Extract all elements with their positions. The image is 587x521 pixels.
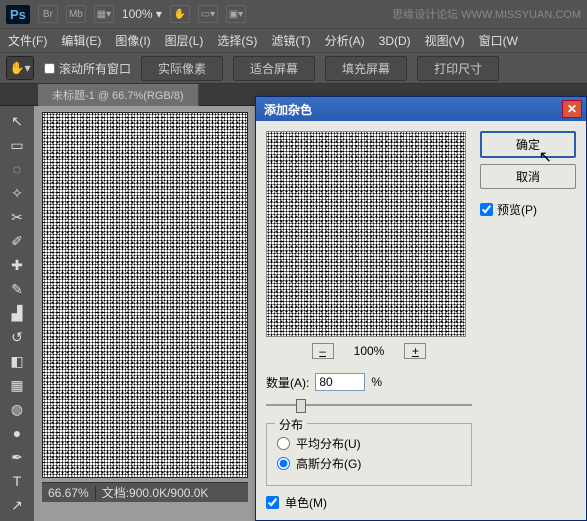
document-tab[interactable]: 未标题-1 @ 66.7%(RGB/8) <box>38 84 199 106</box>
slider-thumb[interactable] <box>296 399 306 413</box>
app-topbar: Ps Br Mb ▦▾ 100% ▾ ✋ ▭▾ ▣▾ 思缘设计论坛 WWW.MI… <box>0 0 587 28</box>
status-bar: 66.67% 文档:900.0K/900.0K <box>42 482 248 502</box>
hand-tool-icon[interactable]: ✋▾ <box>6 56 34 80</box>
tool-crop[interactable]: ✂ <box>4 206 30 228</box>
bridge-icon[interactable]: Br <box>38 5 58 23</box>
menu-layer[interactable]: 图层(L) <box>165 32 204 49</box>
preview-checkbox[interactable]: 预览(P) <box>480 201 576 218</box>
tool-pen[interactable]: ✒ <box>4 446 30 468</box>
tool-lasso[interactable]: ◌ <box>4 158 30 180</box>
zoom-in-button[interactable]: + <box>404 343 426 359</box>
hand-top-icon[interactable]: ✋ <box>170 5 190 23</box>
fit-screen-button[interactable]: 适合屏幕 <box>233 56 315 81</box>
cancel-button[interactable]: 取消 <box>480 164 576 189</box>
tool-move[interactable]: ↖ <box>4 110 30 132</box>
tool-type[interactable]: T <box>4 470 30 492</box>
canvas-content <box>43 113 247 477</box>
amount-slider[interactable] <box>266 397 472 413</box>
actual-pixels-button[interactable]: 实际像素 <box>141 56 223 81</box>
menu-window[interactable]: 窗口(W <box>479 32 518 49</box>
options-bar: ✋▾ 滚动所有窗口 实际像素 适合屏幕 填充屏幕 打印尺寸 <box>0 52 587 84</box>
toolbox: ↖ ▭ ◌ ✧ ✂ ✐ ✚ ✎ ▟ ↺ ◧ ▦ ◍ ● ✒ T ↗ <box>0 106 34 521</box>
tool-heal[interactable]: ✚ <box>4 254 30 276</box>
tool-brush[interactable]: ✎ <box>4 278 30 300</box>
preview-label: 预览(P) <box>497 201 537 218</box>
menu-select[interactable]: 选择(S) <box>217 32 257 49</box>
tool-gradient[interactable]: ▦ <box>4 374 30 396</box>
scroll-all-label: 滚动所有窗口 <box>59 60 131 77</box>
gaussian-label: 高斯分布(G) <box>296 455 361 472</box>
fill-screen-button[interactable]: 填充屏幕 <box>325 56 407 81</box>
status-docsize: 文档:900.0K/900.0K <box>96 484 215 501</box>
tool-blur[interactable]: ◍ <box>4 398 30 420</box>
tool-wand[interactable]: ✧ <box>4 182 30 204</box>
menu-view[interactable]: 视图(V) <box>425 32 465 49</box>
scroll-all-checkbox[interactable]: 滚动所有窗口 <box>44 60 131 77</box>
preview-zoom-row: – 100% + <box>266 343 472 359</box>
menu-bar: 文件(F) 编辑(E) 图像(I) 图层(L) 选择(S) 滤镜(T) 分析(A… <box>0 28 587 52</box>
status-zoom[interactable]: 66.67% <box>42 486 96 500</box>
gaussian-radio[interactable]: 高斯分布(G) <box>277 455 461 472</box>
layout-icon[interactable]: ▦▾ <box>94 5 114 23</box>
menu-image[interactable]: 图像(I) <box>115 32 150 49</box>
arrange-icon[interactable]: ▭▾ <box>198 5 218 23</box>
amount-row: 数量(A): % <box>266 373 472 391</box>
menu-edit[interactable]: 编辑(E) <box>61 32 101 49</box>
app-logo: Ps <box>6 5 30 24</box>
amount-input[interactable] <box>315 373 365 391</box>
tool-stamp[interactable]: ▟ <box>4 302 30 324</box>
mono-input[interactable] <box>266 496 279 509</box>
tool-marquee[interactable]: ▭ <box>4 134 30 156</box>
zoom-select[interactable]: 100% ▾ <box>122 7 162 21</box>
uniform-input[interactable] <box>277 437 290 450</box>
add-noise-dialog: 添加杂色 ✕ – 100% + 数量(A): % 分布 <box>255 96 587 521</box>
preview-zoom-value: 100% <box>354 344 385 358</box>
scroll-all-input[interactable] <box>44 63 55 74</box>
menu-file[interactable]: 文件(F) <box>8 32 47 49</box>
tool-eraser[interactable]: ◧ <box>4 350 30 372</box>
amount-label: 数量(A): <box>266 374 309 391</box>
monochrome-checkbox[interactable]: 单色(M) <box>266 494 472 511</box>
menu-analysis[interactable]: 分析(A) <box>325 32 365 49</box>
menu-3d[interactable]: 3D(D) <box>379 34 411 48</box>
noise-preview[interactable] <box>266 131 466 337</box>
menu-filter[interactable]: 滤镜(T) <box>271 32 310 49</box>
zoom-out-button[interactable]: – <box>312 343 334 359</box>
ok-label: 确定 <box>516 138 540 152</box>
tool-history[interactable]: ↺ <box>4 326 30 348</box>
uniform-radio[interactable]: 平均分布(U) <box>277 435 461 452</box>
close-icon[interactable]: ✕ <box>562 100 582 118</box>
screen-icon[interactable]: ▣▾ <box>226 5 246 23</box>
minibridge-icon[interactable]: Mb <box>66 5 86 23</box>
mono-label: 单色(M) <box>285 494 327 511</box>
document-canvas[interactable] <box>42 112 248 478</box>
brand-text: 思缘设计论坛 WWW.MISSYUAN.COM <box>392 6 581 22</box>
preview-input[interactable] <box>480 203 493 216</box>
gaussian-input[interactable] <box>277 457 290 470</box>
amount-pct: % <box>371 375 382 389</box>
preview-content <box>267 132 465 336</box>
dialog-titlebar[interactable]: 添加杂色 ✕ <box>256 97 586 121</box>
tool-path[interactable]: ↗ <box>4 494 30 516</box>
distribution-title: 分布 <box>275 416 307 433</box>
tool-eyedropper[interactable]: ✐ <box>4 230 30 252</box>
tool-dodge[interactable]: ● <box>4 422 30 444</box>
uniform-label: 平均分布(U) <box>296 435 361 452</box>
distribution-group: 分布 平均分布(U) 高斯分布(G) <box>266 423 472 486</box>
dialog-title-text: 添加杂色 <box>264 101 312 118</box>
print-size-button[interactable]: 打印尺寸 <box>417 56 499 81</box>
ok-button[interactable]: 确定 ↖ <box>480 131 576 158</box>
